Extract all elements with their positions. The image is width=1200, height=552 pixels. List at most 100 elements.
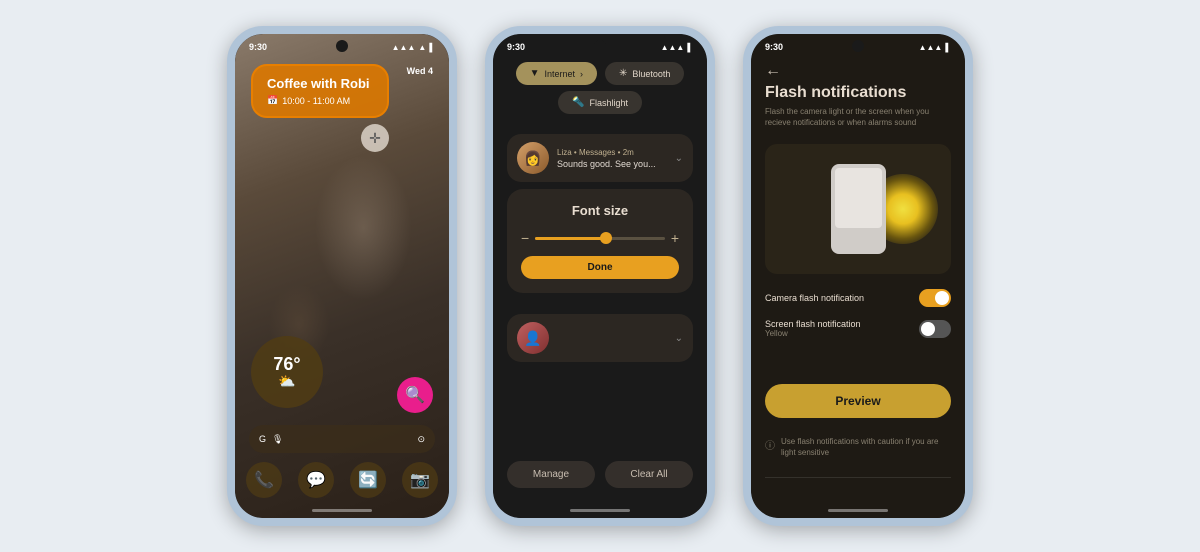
done-button[interactable]: Done [521, 256, 679, 279]
internet-chevron: › [580, 69, 583, 79]
camera-flash-label: Camera flash notification [765, 293, 864, 303]
home-bar-3[interactable] [828, 509, 888, 512]
font-slider-thumb[interactable] [600, 232, 612, 244]
notification-text: Sounds good. See you... [557, 159, 667, 169]
time-display-2: 9:30 [507, 42, 525, 52]
contact-avatar-2: 👤 [517, 322, 549, 354]
time-display: 9:30 [249, 42, 267, 52]
phone-2-screen: 9:30 ▲▲▲ ▌ ▼ Internet › ✳ Bluetooth [493, 34, 707, 518]
font-increase-button[interactable]: + [671, 230, 679, 246]
wifi-tile-icon: ▼ [530, 68, 540, 79]
font-slider-row: − + [521, 230, 679, 246]
status-icons-3: ▲▲▲ ▌ [919, 43, 951, 52]
font-size-title: Font size [521, 203, 679, 218]
font-slider-fill [535, 237, 606, 240]
flashlight-tile[interactable]: 🔦 Flashlight [558, 91, 642, 114]
time-display-3: 9:30 [765, 42, 783, 52]
phone-dock-icon[interactable]: 📞 [246, 462, 282, 498]
bottom-actions: Manage Clear All [507, 461, 693, 488]
calendar-time: 📅 10:00 - 11:00 AM [267, 95, 373, 106]
notification-card-2[interactable]: 👤 ⌄ [507, 314, 693, 362]
notif-time: 2m [623, 148, 634, 157]
page-subtitle: Flash the camera light or the screen whe… [765, 106, 951, 128]
notification-content: Liza • Messages • 2m Sounds good. See yo… [557, 148, 667, 169]
drag-handle[interactable]: ✛ [361, 124, 389, 152]
mic-icon[interactable]: 🎙 [272, 434, 283, 445]
phone-3-screen: 9:30 ▲▲▲ ▌ ← Flash notifications Flash t… [751, 34, 965, 518]
phone-1-screen: 9:30 ▲▲▲ ▲ ▌ Coffee with Robi 📅 10:00 - … [235, 34, 449, 518]
flashlight-icon: 🔦 [572, 97, 584, 108]
battery-icon-3: ▌ [945, 43, 951, 52]
weather-widget[interactable]: 76° ⛅ [251, 336, 323, 408]
bluetooth-tile[interactable]: ✳ Bluetooth [605, 62, 684, 85]
screen-flash-content: Screen flash notification Yellow [765, 319, 861, 338]
expand-chevron-2[interactable]: ⌄ [675, 333, 683, 344]
bluetooth-label: Bluetooth [632, 69, 670, 79]
dock: 📞 💬 🔄 📷 [246, 462, 438, 498]
screen-flash-toggle[interactable] [919, 320, 951, 338]
home-bar-2[interactable] [570, 509, 630, 512]
google-logo: G [259, 434, 266, 444]
phone-2: 9:30 ▲▲▲ ▌ ▼ Internet › ✳ Bluetooth [485, 26, 715, 526]
info-icon: ⓘ [765, 437, 775, 452]
tiles-row-2: 🔦 Flashlight [507, 91, 693, 114]
camera-notch-2 [594, 40, 606, 52]
font-decrease-button[interactable]: − [521, 230, 529, 246]
screen-flash-sublabel: Yellow [765, 329, 861, 338]
signal-icon-2: ▲▲▲ [661, 43, 685, 52]
screen-flash-row: Screen flash notification Yellow [765, 319, 951, 338]
contact-avatar: 👩 [517, 142, 549, 174]
status-icons-2: ▲▲▲ ▌ [661, 43, 693, 52]
contact-name: Liza [557, 148, 572, 157]
calendar-icon: 📅 [267, 95, 278, 106]
preview-button[interactable]: Preview [765, 384, 951, 418]
weather-icon: ⛅ [278, 373, 295, 390]
internet-tile[interactable]: ▼ Internet › [516, 62, 597, 85]
expand-chevron[interactable]: ⌄ [675, 153, 683, 164]
search-fab[interactable]: 🔍 [397, 377, 433, 413]
caution-text: Use flash notifications with caution if … [781, 437, 951, 458]
notification-content-2 [557, 337, 667, 339]
camera-notch [336, 40, 348, 52]
calendar-title: Coffee with Robi [267, 76, 373, 91]
flashlight-label: Flashlight [589, 98, 628, 108]
home-bar[interactable] [312, 509, 372, 512]
camera-flash-row: Camera flash notification [765, 289, 951, 307]
caution-row: ⓘ Use flash notifications with caution i… [765, 437, 951, 458]
battery-icon-2: ▌ [687, 43, 693, 52]
toggle-thumb-camera [935, 291, 949, 305]
clear-all-button[interactable]: Clear All [605, 461, 693, 488]
quick-tiles: ▼ Internet › ✳ Bluetooth 🔦 Flashlight [507, 62, 693, 114]
manage-button[interactable]: Manage [507, 461, 595, 488]
notification-card[interactable]: 👩 Liza • Messages • 2m Sounds good. See … [507, 134, 693, 182]
camera-notch-3 [852, 40, 864, 52]
phone-illustration [831, 164, 886, 254]
signal-icon-3: ▲▲▲ [919, 43, 943, 52]
back-button[interactable]: ← [765, 62, 781, 80]
wifi-icon: ▲ [418, 43, 426, 52]
messages-dock-icon[interactable]: 💬 [298, 462, 334, 498]
divider [765, 477, 951, 478]
camera-dock-icon[interactable]: 📷 [402, 462, 438, 498]
phone-1: 9:30 ▲▲▲ ▲ ▌ Coffee with Robi 📅 10:00 - … [227, 26, 457, 526]
status-icons: ▲▲▲ ▲ ▌ [392, 43, 435, 52]
camera-flash-toggle[interactable] [919, 289, 951, 307]
signal-icon: ▲▲▲ [392, 43, 416, 52]
temperature: 76° [273, 355, 300, 373]
flash-illustration [765, 144, 951, 274]
sync-dock-icon[interactable]: 🔄 [350, 462, 386, 498]
phone-3: 9:30 ▲▲▲ ▌ ← Flash notifications Flash t… [743, 26, 973, 526]
bluetooth-icon: ✳ [619, 68, 627, 79]
app-name: Messages [579, 148, 615, 157]
font-slider-track[interactable] [535, 237, 665, 240]
screen-flash-label: Screen flash notification [765, 319, 861, 329]
search-bar[interactable]: G 🎙 ⊙ [249, 425, 435, 453]
toggle-thumb-screen [921, 322, 935, 336]
battery-icon: ▌ [429, 43, 435, 52]
font-size-popup: Font size − + Done [507, 189, 693, 293]
page-title: Flash notifications [765, 84, 951, 102]
internet-label: Internet [544, 69, 575, 79]
notification-header: Liza • Messages • 2m [557, 148, 667, 157]
lens-icon[interactable]: ⊙ [417, 434, 425, 445]
calendar-widget[interactable]: Coffee with Robi 📅 10:00 - 11:00 AM [251, 64, 389, 118]
